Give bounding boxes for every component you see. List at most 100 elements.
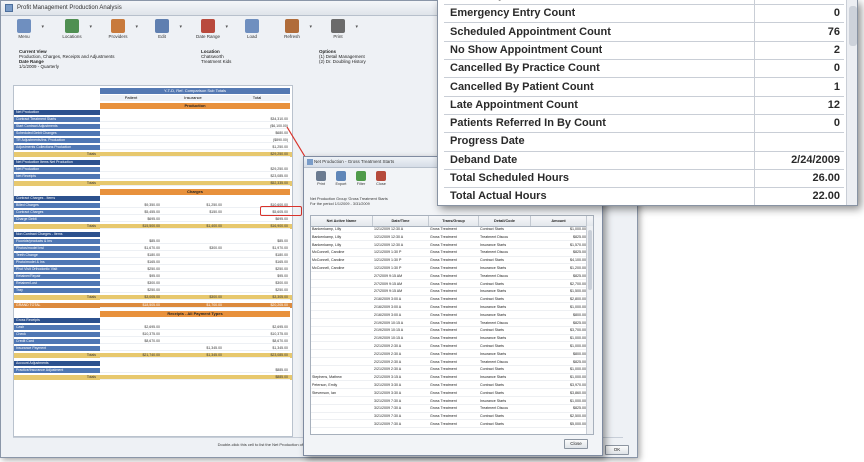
table-row[interactable]: 3/21/2009 7:30 A Gross Treatment Contract … <box>311 414 587 421</box>
table-cell: Insurance Starts <box>480 336 507 341</box>
ok-button[interactable]: OK <box>605 445 629 455</box>
table-row[interactable]: 2/19/2009 10:15 A Gross Treatment Insuranc… <box>311 336 587 343</box>
table-cell: $2,700.00 <box>570 281 586 286</box>
table-cell: Gross Treatment <box>430 305 457 309</box>
table-row[interactable]: 2/19/2009 10:15 A Gross Treatment Treatmen… <box>311 321 587 327</box>
table-cell: 1/21/2009 1:30 P <box>374 258 402 263</box>
table-row[interactable]: 2/21/2009 2:30 A Gross Treatment Treatment… <box>311 360 587 366</box>
detail-toolbar-print[interactable]: Print <box>312 171 330 193</box>
table-row[interactable]: 2/16/2009 3:00 A Gross Treatment Insurance… <box>311 313 587 319</box>
table-cell <box>311 313 372 318</box>
table-cell: Gross Treatment <box>430 273 457 278</box>
table-cell: Gross Treatment <box>430 312 457 317</box>
table-cell <box>311 328 372 333</box>
table-row[interactable]: McConnell, Caroline 1/21/2009 1:30 P Gross… <box>311 250 587 257</box>
statistic-label: Progress Date <box>450 135 525 148</box>
table-cell: $825.00 <box>573 273 586 278</box>
table-cell: 2/7/2009 9:15 AM <box>374 289 403 294</box>
table-cell <box>311 321 372 326</box>
table-cell: $1,000.00 <box>570 375 586 380</box>
table-row[interactable]: 2/16/2009 3:00 A Gross Treatment Contract … <box>311 297 587 304</box>
detail-toolbar-filter[interactable]: Filter <box>352 171 370 193</box>
detail-toolbar-export[interactable]: Export <box>332 171 350 193</box>
table-cell: Gross Treatment <box>430 281 457 286</box>
table-cell <box>311 289 372 294</box>
table-cell: Gross Treatment <box>430 250 457 255</box>
table-row[interactable]: Stephens, Mathew 2/21/2009 3:15 A Gross Tr… <box>311 375 587 382</box>
export-icon <box>336 171 346 181</box>
statistic-label: Late Appointment Count <box>450 98 578 111</box>
table-row[interactable]: Stevenson, Ian 3/21/2009 3:30 A Gross Trea… <box>311 391 587 397</box>
statistic-value: 0 <box>833 62 840 75</box>
table-cell: McConnell, Caroline <box>312 266 345 270</box>
table-row[interactable]: Peterson, Emily 3/21/2009 3:30 A Gross Tre… <box>311 383 587 390</box>
table-cell: Contract Starts <box>480 422 504 426</box>
table-row[interactable]: 2/21/2009 2:30 A Gross Treatment Contract … <box>311 367 587 374</box>
detail-column-header[interactable]: Amount <box>531 216 587 226</box>
table-cell <box>311 274 372 279</box>
detail-scroll-thumb[interactable] <box>588 230 592 290</box>
statistic-row: Patients Referred In By Count 0 <box>444 114 844 134</box>
detail-toolbar-label: Print <box>317 182 325 186</box>
table-row[interactable]: 3/21/2009 7:30 A Gross Treatment Insurance… <box>311 399 587 405</box>
detail-column-header[interactable]: Net Active Name <box>311 216 373 226</box>
statistic-value: 1 <box>833 80 840 93</box>
detail-column-header[interactable]: Date/Time <box>373 216 429 226</box>
table-row[interactable]: Bankenkamp, Lilly 1/21/2009 12:30 A Gross … <box>311 227 587 234</box>
table-row[interactable]: McConnell, Caroline 1/21/2009 1:30 P Gross… <box>311 266 587 273</box>
table-row[interactable]: 3/21/2009 7:30 A Gross Treatment Contract … <box>311 422 587 429</box>
table-cell: $3,860.00 <box>570 390 586 395</box>
table-cell: Insurance Starts <box>480 312 507 317</box>
table-cell: McConnell, Caroline <box>312 258 345 263</box>
table-cell <box>311 360 372 365</box>
table-cell: Gross Treatment <box>430 367 457 372</box>
table-cell: 3/21/2009 3:30 A <box>374 383 402 387</box>
table-row[interactable]: 3/21/2009 7:30 A Gross Treatment Treatment… <box>311 406 587 413</box>
statistics-scrollbar[interactable] <box>846 0 857 205</box>
statistic-label: Scheduled Appointment Count <box>450 25 611 38</box>
statistic-label: Deband Date <box>450 153 518 166</box>
table-row[interactable]: 2/7/2009 9:15 AM Gross Treatment Contract … <box>311 282 587 288</box>
table-cell: Gross Treatment <box>430 227 457 231</box>
table-cell: Contract Starts <box>480 367 504 372</box>
detail-column-header[interactable]: Trans/Group <box>429 216 479 226</box>
table-row[interactable]: Bankenkamp, Lilly 1/21/2009 12:30 A Gross … <box>311 235 587 241</box>
detail-subtitle-period: For the period 1/1/2009 - 3/31/2009 <box>310 202 370 206</box>
detail-toolbar-label: Close <box>376 182 386 186</box>
detail-scrollbar[interactable] <box>586 226 593 434</box>
table-row[interactable]: McConnell, Caroline 1/21/2009 1:30 P Gross… <box>311 258 587 265</box>
detail-column-header[interactable]: Detail/Code <box>479 216 531 226</box>
table-cell: $825.00 <box>573 406 586 411</box>
table-cell: 1/21/2009 12:30 A <box>374 227 404 231</box>
table-row[interactable]: 2/7/2009 9:15 AM Gross Treatment Treatment… <box>311 274 587 280</box>
table-row[interactable]: 2/16/2009 3:00 A Gross Treatment Insurance… <box>311 305 587 312</box>
table-cell: Insurance Starts <box>480 242 507 247</box>
table-row[interactable]: 2/21/2009 2:30 A Gross Treatment Contract … <box>311 344 587 351</box>
statistic-value: 12 <box>827 98 840 111</box>
statistic-value: 76 <box>827 25 840 38</box>
table-row[interactable]: 2/7/2009 9:15 AM Gross Treatment Insurance… <box>311 289 587 296</box>
detail-close-button[interactable]: Close <box>564 439 588 449</box>
table-cell: Contract Starts <box>480 328 504 333</box>
statistic-row: Total Scheduled Hours 26.00 <box>444 169 844 189</box>
table-cell: Contract Starts <box>480 390 504 395</box>
table-cell: Gross Treatment <box>430 383 457 387</box>
table-cell: Contract Starts <box>480 281 504 286</box>
table-row[interactable]: 2/19/2009 10:15 A Gross Treatment Contract… <box>311 328 587 335</box>
table-cell: $4,100.00 <box>570 258 586 263</box>
table-cell: Gross Treatment <box>430 398 457 403</box>
table-row[interactable]: Bankenkamp, Lilly 1/21/2009 12:30 A Gross … <box>311 243 587 249</box>
statistics-scroll-thumb[interactable] <box>849 6 857 46</box>
table-cell <box>311 422 372 427</box>
table-cell: Gross Treatment <box>430 242 457 247</box>
table-cell: $1,200.00 <box>570 266 586 270</box>
statistic-label: Total Actual Hours <box>450 190 547 203</box>
table-cell <box>311 367 372 372</box>
table-cell: 3/21/2009 7:30 A <box>374 398 402 403</box>
statistic-label: No Show Appointment Count <box>450 43 603 56</box>
table-row[interactable]: 2/21/2009 2:30 A Gross Treatment Insurance… <box>311 352 587 358</box>
detail-toolbar-close[interactable]: Close <box>372 171 390 193</box>
statistic-row: Scheduled Appointment Count 76 <box>444 22 844 42</box>
table-cell: $1,570.00 <box>570 242 586 247</box>
table-cell: Gross Treatment <box>430 422 457 426</box>
